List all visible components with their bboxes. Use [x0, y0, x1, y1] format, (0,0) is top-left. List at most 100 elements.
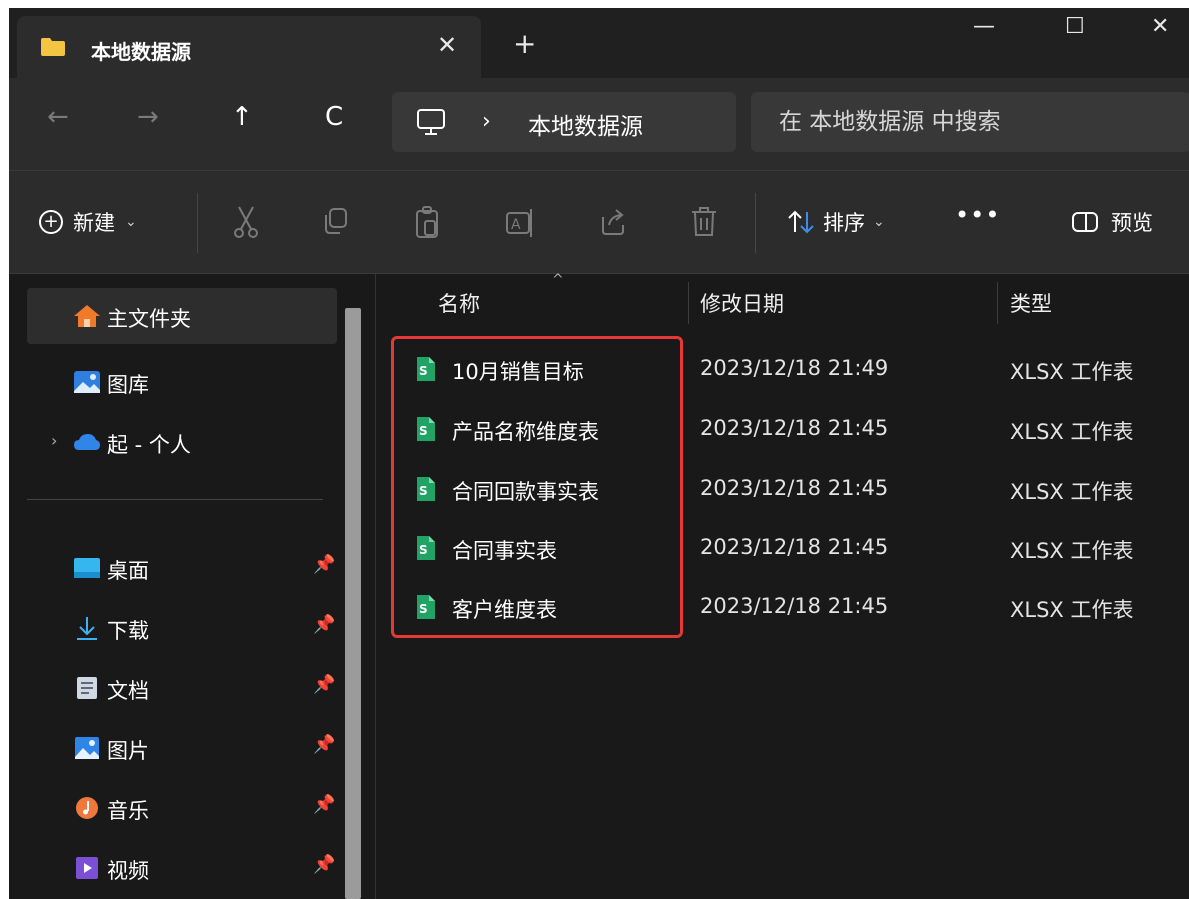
file-name: 10月销售目标: [452, 360, 584, 384]
desktop-icon: [74, 558, 100, 578]
minimize-button[interactable]: —: [973, 14, 995, 39]
search-input[interactable]: [779, 106, 1179, 138]
pin-icon[interactable]: 📌: [313, 734, 335, 755]
file-type: XLSX 工作表: [1010, 360, 1134, 384]
sort-ascending-icon: ^: [552, 272, 564, 288]
home-icon: [74, 305, 100, 327]
music-icon: [76, 797, 98, 819]
sidebar-item-pictures[interactable]: 图片 📌: [27, 720, 337, 776]
expand-chevron-icon[interactable]: ›: [51, 431, 57, 450]
sidebar-item-documents[interactable]: 文档 📌: [27, 660, 337, 716]
copy-icon[interactable]: [321, 205, 351, 239]
file-row[interactable]: S 合同事实表 2023/12/18 21:45 XLSX 工作表: [376, 521, 1189, 577]
pin-icon[interactable]: 📌: [313, 794, 335, 815]
sidebar-item-videos[interactable]: 视频 📌: [27, 840, 337, 896]
preview-button[interactable]: 预览: [1071, 207, 1153, 237]
pin-icon[interactable]: 📌: [313, 614, 335, 635]
file-row[interactable]: S 产品名称维度表 2023/12/18 21:45 XLSX 工作表: [376, 402, 1189, 458]
svg-text:S: S: [419, 543, 428, 557]
svg-text:S: S: [419, 484, 428, 498]
delete-icon[interactable]: [689, 205, 719, 239]
file-list: ^ 名称 修改日期 类型 S 10月销售目标 2023/12/18 21:49 …: [376, 272, 1189, 899]
search-box[interactable]: [751, 92, 1189, 152]
file-name: 客户维度表: [452, 598, 557, 622]
tab-title: 本地数据源: [91, 40, 191, 64]
sidebar-item-music[interactable]: 音乐 📌: [27, 780, 337, 836]
sidebar-item-desktop[interactable]: 桌面 📌: [27, 540, 337, 596]
file-type: XLSX 工作表: [1010, 598, 1134, 622]
sidebar-item-gallery[interactable]: 图库: [27, 354, 337, 410]
folder-icon: [41, 38, 65, 56]
sidebar-item-label: 视频: [107, 859, 149, 883]
cut-icon[interactable]: [231, 205, 261, 239]
breadcrumb-chevron-icon[interactable]: ›: [482, 109, 491, 134]
tab-local-data-source[interactable]: 本地数据源 ✕: [17, 16, 481, 78]
chevron-down-icon: ⌄: [873, 214, 885, 230]
navigation-pane: 主文件夹 图库 › 起 - 个人 桌面 📌 下载 📌 文档 📌 图片 📌 音乐 …: [9, 274, 349, 899]
pin-icon[interactable]: 📌: [313, 674, 335, 695]
svg-text:S: S: [419, 602, 428, 616]
computer-icon: [417, 109, 445, 135]
up-button[interactable]: ↑: [231, 104, 253, 130]
rename-icon[interactable]: A: [505, 205, 535, 239]
back-button[interactable]: ←: [47, 104, 69, 130]
sidebar-item-home[interactable]: 主文件夹: [27, 288, 337, 344]
share-icon[interactable]: [597, 205, 627, 239]
refresh-button[interactable]: C: [325, 104, 343, 130]
maximize-button[interactable]: ☐: [1065, 14, 1085, 39]
spreadsheet-icon: S: [417, 536, 435, 560]
plus-circle-icon: +: [39, 210, 63, 234]
breadcrumb-current[interactable]: 本地数据源: [528, 107, 643, 141]
sort-button[interactable]: 排序 ⌄: [787, 207, 885, 237]
new-button[interactable]: + 新建 ⌄: [39, 207, 137, 237]
file-name: 合同事实表: [452, 539, 557, 563]
tab-close-icon[interactable]: ✕: [437, 31, 457, 59]
file-modified: 2023/12/18 21:45: [700, 535, 889, 559]
column-header-type[interactable]: 类型: [1010, 288, 1052, 318]
videos-icon: [76, 857, 98, 879]
sidebar-item-label: 起 - 个人: [107, 433, 191, 457]
file-type: XLSX 工作表: [1010, 539, 1134, 563]
svg-text:S: S: [419, 364, 428, 378]
sidebar-item-onedrive[interactable]: › 起 - 个人: [27, 414, 337, 470]
sidebar-item-downloads[interactable]: 下载 📌: [27, 600, 337, 656]
column-header-name[interactable]: 名称: [438, 288, 480, 318]
svg-text:A: A: [511, 217, 521, 233]
address-bar[interactable]: › 本地数据源: [392, 92, 736, 152]
documents-icon: [77, 677, 97, 699]
sort-label: 排序: [823, 211, 865, 235]
forward-button[interactable]: →: [137, 104, 159, 130]
chevron-down-icon: ⌄: [125, 214, 137, 230]
sort-icon: [788, 210, 814, 234]
title-bar: 本地数据源 ✕ + — ☐ ✕: [9, 8, 1189, 78]
file-explorer-window: 本地数据源 ✕ + — ☐ ✕ ← → ↑ C › 本地数据源 + 新建: [9, 8, 1189, 899]
sidebar-item-label: 下载: [107, 619, 149, 643]
column-header-modified[interactable]: 修改日期: [700, 288, 784, 318]
close-window-button[interactable]: ✕: [1151, 14, 1169, 39]
file-name: 产品名称维度表: [452, 420, 599, 444]
new-tab-button[interactable]: +: [513, 30, 536, 58]
pin-icon[interactable]: 📌: [313, 854, 335, 875]
file-row[interactable]: S 客户维度表 2023/12/18 21:45 XLSX 工作表: [376, 580, 1189, 636]
column-resizer[interactable]: [997, 282, 998, 324]
sidebar-item-label: 文档: [107, 679, 149, 703]
toolbar-separator: [197, 193, 198, 253]
address-toolbar: ← → ↑ C › 本地数据源: [9, 78, 1189, 170]
sidebar-item-label: 图片: [107, 739, 149, 763]
sidebar-scrollbar[interactable]: [345, 308, 361, 899]
sidebar-item-label: 主文件夹: [107, 307, 191, 331]
pictures-icon: [75, 737, 99, 759]
file-row[interactable]: S 10月销售目标 2023/12/18 21:49 XLSX 工作表: [376, 342, 1189, 398]
file-type: XLSX 工作表: [1010, 420, 1134, 444]
file-name: 合同回款事实表: [452, 480, 599, 504]
paste-icon[interactable]: [413, 205, 443, 239]
file-modified: 2023/12/18 21:45: [700, 416, 889, 440]
preview-pane-icon: [1072, 212, 1098, 232]
command-bar: + 新建 ⌄ A 排序 ⌄ ••• 预览: [9, 171, 1189, 273]
file-type: XLSX 工作表: [1010, 480, 1134, 504]
file-row[interactable]: S 合同回款事实表 2023/12/18 21:45 XLSX 工作表: [376, 462, 1189, 518]
column-resizer[interactable]: [688, 282, 689, 324]
pin-icon[interactable]: 📌: [313, 554, 335, 575]
more-options-button[interactable]: •••: [955, 201, 1000, 229]
file-modified: 2023/12/18 21:49: [700, 356, 889, 380]
